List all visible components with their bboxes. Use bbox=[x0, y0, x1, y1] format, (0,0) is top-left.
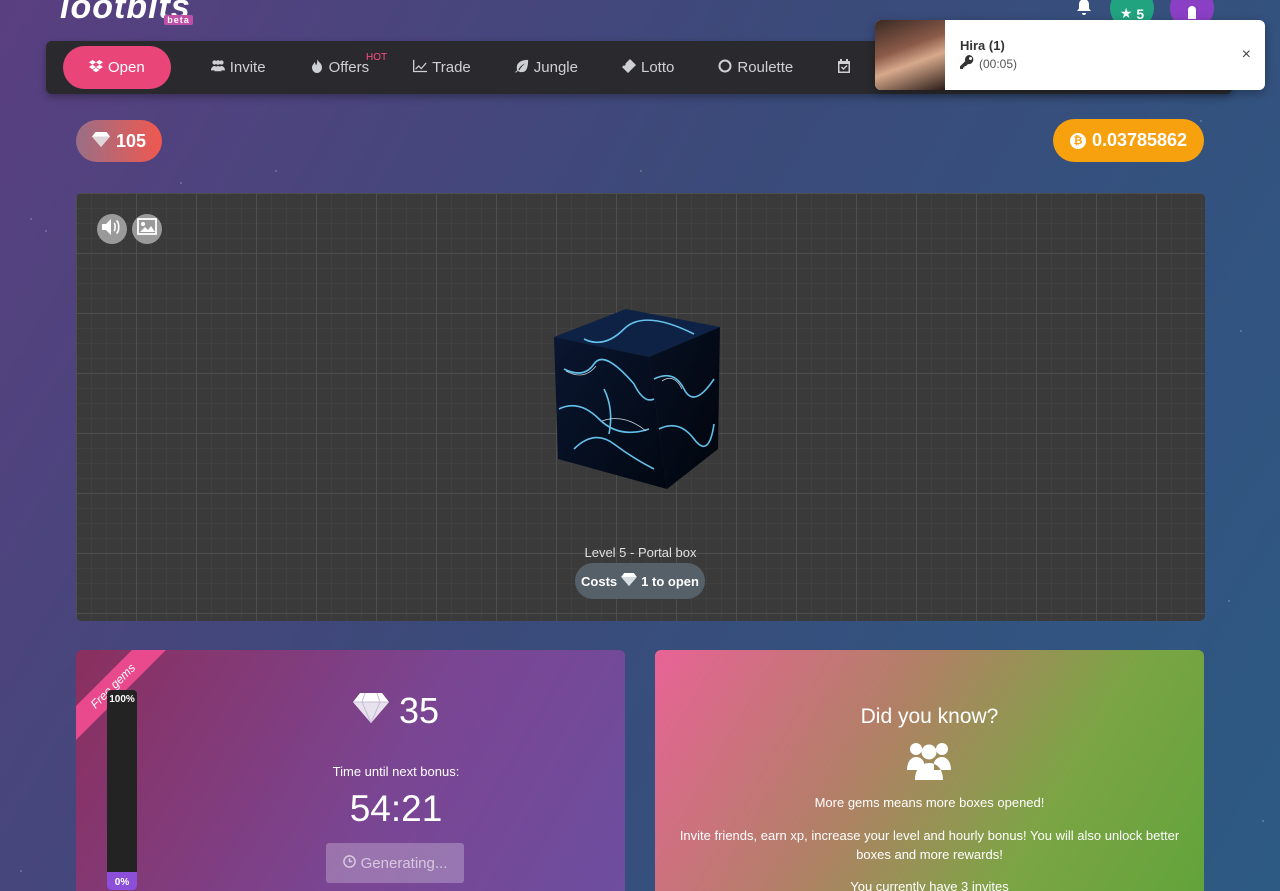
bell-icon[interactable] bbox=[1074, 0, 1094, 20]
diamond-icon bbox=[621, 573, 637, 589]
cost-suffix: 1 to open bbox=[641, 573, 699, 589]
bonus-gems-value: 35 bbox=[398, 690, 440, 731]
chart-line-icon bbox=[413, 59, 428, 77]
btc-balance[interactable]: ₿ 0.03785862 bbox=[1053, 119, 1204, 162]
open-box-button[interactable]: Costs 1 to open bbox=[575, 563, 705, 599]
did-you-know-card: Did you know? More gems means more boxes… bbox=[655, 650, 1204, 891]
nav-roulette[interactable]: Roulette bbox=[706, 46, 805, 89]
background-toggle-button[interactable] bbox=[132, 214, 162, 244]
generating-button[interactable]: Generating... bbox=[326, 843, 464, 883]
nav-jungle[interactable]: Jungle bbox=[503, 46, 590, 89]
diamond-icon bbox=[91, 131, 110, 152]
diamond-icon bbox=[352, 690, 389, 732]
nav-trade[interactable]: Trade bbox=[401, 46, 483, 89]
nav-lotto[interactable]: Lotto bbox=[610, 46, 686, 89]
volume-icon bbox=[102, 218, 122, 241]
did-you-know-line-3: You currently have 3 invites bbox=[850, 879, 1009, 891]
nav-calendar[interactable] bbox=[825, 46, 863, 89]
box-title: Level 5 - Portal box bbox=[584, 545, 697, 560]
key-icon bbox=[960, 55, 974, 72]
gem-balance-value: 105 bbox=[115, 130, 147, 151]
notification-toast[interactable]: Hira (1) (00:05) × bbox=[875, 20, 1265, 90]
next-bonus-label: Time until next bonus: bbox=[332, 764, 460, 779]
close-icon[interactable]: × bbox=[1242, 46, 1251, 64]
nav-open[interactable]: Open bbox=[63, 46, 171, 89]
nav-offers[interactable]: Offers HOT bbox=[298, 46, 387, 89]
circle-icon bbox=[718, 59, 732, 77]
users-icon bbox=[907, 740, 951, 780]
did-you-know-line-2: Invite friends, earn xp, increase your l… bbox=[679, 828, 1180, 862]
leaf-icon bbox=[514, 59, 529, 77]
clock-icon bbox=[342, 854, 356, 872]
bonus-gems: 35 bbox=[76, 690, 625, 732]
notification-detail: (00:05) bbox=[979, 56, 1018, 71]
gem-balance[interactable]: 105 bbox=[76, 120, 162, 162]
cost-prefix: Costs bbox=[581, 573, 618, 589]
did-you-know-title: Did you know? bbox=[860, 705, 999, 728]
site-logo[interactable]: lootbits beta bbox=[60, 0, 193, 27]
calendar-check-icon bbox=[837, 58, 851, 77]
ticket-icon bbox=[621, 58, 636, 77]
image-icon bbox=[137, 218, 157, 240]
users-icon bbox=[210, 59, 225, 77]
hot-badge: HOT bbox=[366, 52, 388, 63]
notification-name: Hira (1) bbox=[960, 38, 1005, 53]
did-you-know-line-1: More gems means more boxes opened! bbox=[814, 795, 1045, 810]
beta-badge: beta bbox=[164, 15, 193, 25]
btc-balance-value: 0.03785862 bbox=[1091, 130, 1188, 150]
box-stage: Level 5 - Portal box Costs 1 to open bbox=[76, 193, 1205, 621]
progress-min-label: 0% bbox=[114, 877, 130, 888]
nav-invite[interactable]: Invite bbox=[199, 46, 278, 89]
dropbox-icon bbox=[89, 59, 103, 77]
bonus-timer: 54:21 bbox=[349, 788, 443, 829]
free-gems-card: Free gems 100% 0% 35 Time until next bon… bbox=[76, 650, 625, 891]
fire-icon bbox=[310, 58, 324, 77]
bitcoin-icon: ₿ bbox=[1069, 132, 1086, 149]
sound-toggle-button[interactable] bbox=[97, 214, 127, 244]
portal-box-cube[interactable] bbox=[554, 309, 724, 489]
notification-avatar bbox=[875, 20, 945, 90]
